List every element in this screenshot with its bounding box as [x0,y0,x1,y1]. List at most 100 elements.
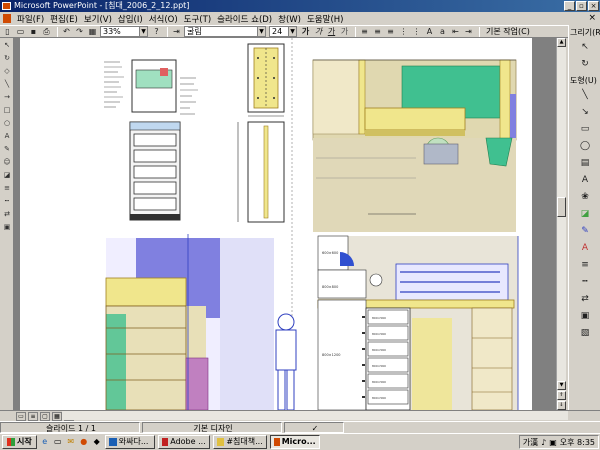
zoom-select[interactable]: 33% ▼ [100,26,148,37]
common-tasks-button[interactable]: 기본 작업(C) [483,26,533,37]
font-select[interactable]: 굴림 ▼ [184,26,266,37]
arrow-icon[interactable]: ↘ [579,106,591,118]
autoshape-icon[interactable]: ◇ [2,67,12,76]
textbox-icon[interactable]: ▤ [579,157,591,169]
new-document-icon[interactable]: ▯ [2,27,13,37]
bold-button[interactable]: 가 [300,27,311,37]
chevron-down-icon[interactable]: ▼ [257,27,265,36]
ime-indicator[interactable]: 가漢 [523,437,538,448]
document-icon[interactable] [3,14,11,23]
clipart-icon[interactable]: ☺ [2,158,12,167]
menu-help[interactable]: 도움말(H) [304,13,346,25]
restore-button[interactable]: ▫ [576,1,587,11]
fill-color-icon[interactable]: ◪ [579,208,591,220]
drawing-menu-label[interactable]: 그리기(R) [570,27,600,38]
minimize-button[interactable]: _ [564,1,575,11]
slide-workspace[interactable]: 600×600 800×800 800×1200 800×560 800×560… [14,38,566,410]
slide-view-icon[interactable]: ▢ [40,411,50,421]
wordart-icon[interactable]: ✎ [2,145,12,154]
font-size-select[interactable]: 24 ▼ [269,26,297,37]
horizontal-scrollbar[interactable] [62,411,568,420]
menu-slideshow[interactable]: 슬라이드 쇼(D) [214,13,275,25]
slide-canvas[interactable]: 600×600 800×800 800×1200 800×560 800×560… [20,38,532,410]
normal-view-icon[interactable]: ▭ [16,411,26,421]
print-icon[interactable]: ⎙ [41,27,52,37]
chevron-down-icon[interactable]: ▼ [139,27,147,36]
line-icon[interactable]: ╲ [2,80,12,89]
increase-font-icon[interactable]: A [424,27,435,37]
slide-sorter-icon[interactable]: ▦ [52,411,62,421]
line-style-icon[interactable]: ≡ [579,259,591,271]
dash-style-icon[interactable]: ┅ [2,197,12,206]
fill-color-icon[interactable]: ◪ [2,171,12,180]
close-button[interactable]: × [588,1,599,11]
underline-button[interactable]: 가 [326,27,337,37]
scroll-down-icon[interactable]: ▼ [557,381,566,390]
help-icon[interactable]: ? [151,27,162,37]
menu-file[interactable]: 파일(F) [14,13,47,25]
arrow-style-icon[interactable]: ⇄ [2,210,12,219]
previous-slide-icon[interactable]: ⇑ [557,391,566,400]
task-button[interactable]: Adobe ... [157,435,210,449]
arrow-icon[interactable]: → [2,93,12,102]
tab-icon[interactable]: ⇥ [171,27,182,37]
desktop-quicklaunch-icon[interactable]: ▭ [53,437,63,447]
volume-icon[interactable]: ♪ [541,438,546,447]
menu-edit[interactable]: 편집(E) [47,13,81,25]
align-left-icon[interactable]: ≡ [359,27,370,37]
title-bar[interactable]: Microsoft PowerPoint - [침대_2006_2_12.ppt… [0,0,600,12]
free-rotate-icon[interactable]: ↻ [579,58,591,70]
redo-icon[interactable]: ↷ [74,27,85,37]
menu-view[interactable]: 보기(V) [81,13,115,25]
numbered-list-icon[interactable]: ⋮ [398,27,409,37]
task-button[interactable]: 와싸다... [104,435,155,449]
start-button[interactable]: 시작 [2,435,37,449]
align-center-icon[interactable]: ≡ [372,27,383,37]
menu-format[interactable]: 서식(O) [146,13,181,25]
decrease-font-icon[interactable]: a [437,27,448,37]
dash-style-icon[interactable]: ┅ [579,276,591,288]
save-icon[interactable]: ▪ [28,27,39,37]
oval-icon[interactable]: ◯ [579,140,591,152]
textbox-icon[interactable]: A [2,132,12,141]
rotate-icon[interactable]: ↻ [2,54,12,63]
rectangle-icon[interactable]: ▭ [579,123,591,135]
ie-quicklaunch-icon[interactable]: e [40,437,50,447]
open-folder-icon[interactable]: ▭ [15,27,26,37]
menu-insert[interactable]: 삽입(I) [115,13,146,25]
scroll-thumb[interactable] [557,197,566,217]
align-right-icon[interactable]: ≡ [385,27,396,37]
task-button[interactable]: #침대책... [212,435,267,449]
shadow-button[interactable]: 가 [339,27,350,37]
menu-tools[interactable]: 도구(T) [181,13,214,25]
clipart-icon[interactable]: ❀ [579,191,591,203]
powerpoint-app-icon[interactable] [2,2,11,10]
task-button-active[interactable]: Micro... [269,435,320,449]
undo-icon[interactable]: ↶ [61,27,72,37]
insert-chart-icon[interactable]: ▦ [87,27,98,37]
select-objects-icon[interactable]: ↖ [579,41,591,53]
media-quicklaunch-icon[interactable]: ● [79,437,89,447]
line-color-icon[interactable]: ✎ [579,225,591,237]
app-quicklaunch-icon[interactable]: ◆ [92,437,102,447]
line-icon[interactable]: ╲ [579,89,591,101]
shadow-icon[interactable]: ▣ [579,310,591,322]
promote-icon[interactable]: ⇥ [463,27,474,37]
rectangle-icon[interactable]: □ [2,106,12,115]
network-icon[interactable]: ▣ [549,438,557,447]
menu-window[interactable]: 창(W) [275,13,304,25]
select-arrow-icon[interactable]: ↖ [2,41,12,50]
outline-view-icon[interactable]: ≡ [28,411,38,421]
wordart-icon[interactable]: A [579,174,591,186]
oval-icon[interactable]: ○ [2,119,12,128]
shadow-icon[interactable]: ▣ [2,223,12,232]
arrow-style-icon[interactable]: ⇄ [579,293,591,305]
outlook-quicklaunch-icon[interactable]: ✉ [66,437,76,447]
autoshapes-menu-label[interactable]: 도형(U) [570,75,599,86]
font-color-icon[interactable]: A [579,242,591,254]
close-document-icon[interactable]: × [588,13,596,23]
italic-button[interactable]: 가 [313,27,324,37]
scroll-up-icon[interactable]: ▲ [557,38,566,47]
vertical-scrollbar[interactable]: ▲ ▼ ⇑ ⇓ [556,38,566,410]
bullet-list-icon[interactable]: ⋮ [411,27,422,37]
